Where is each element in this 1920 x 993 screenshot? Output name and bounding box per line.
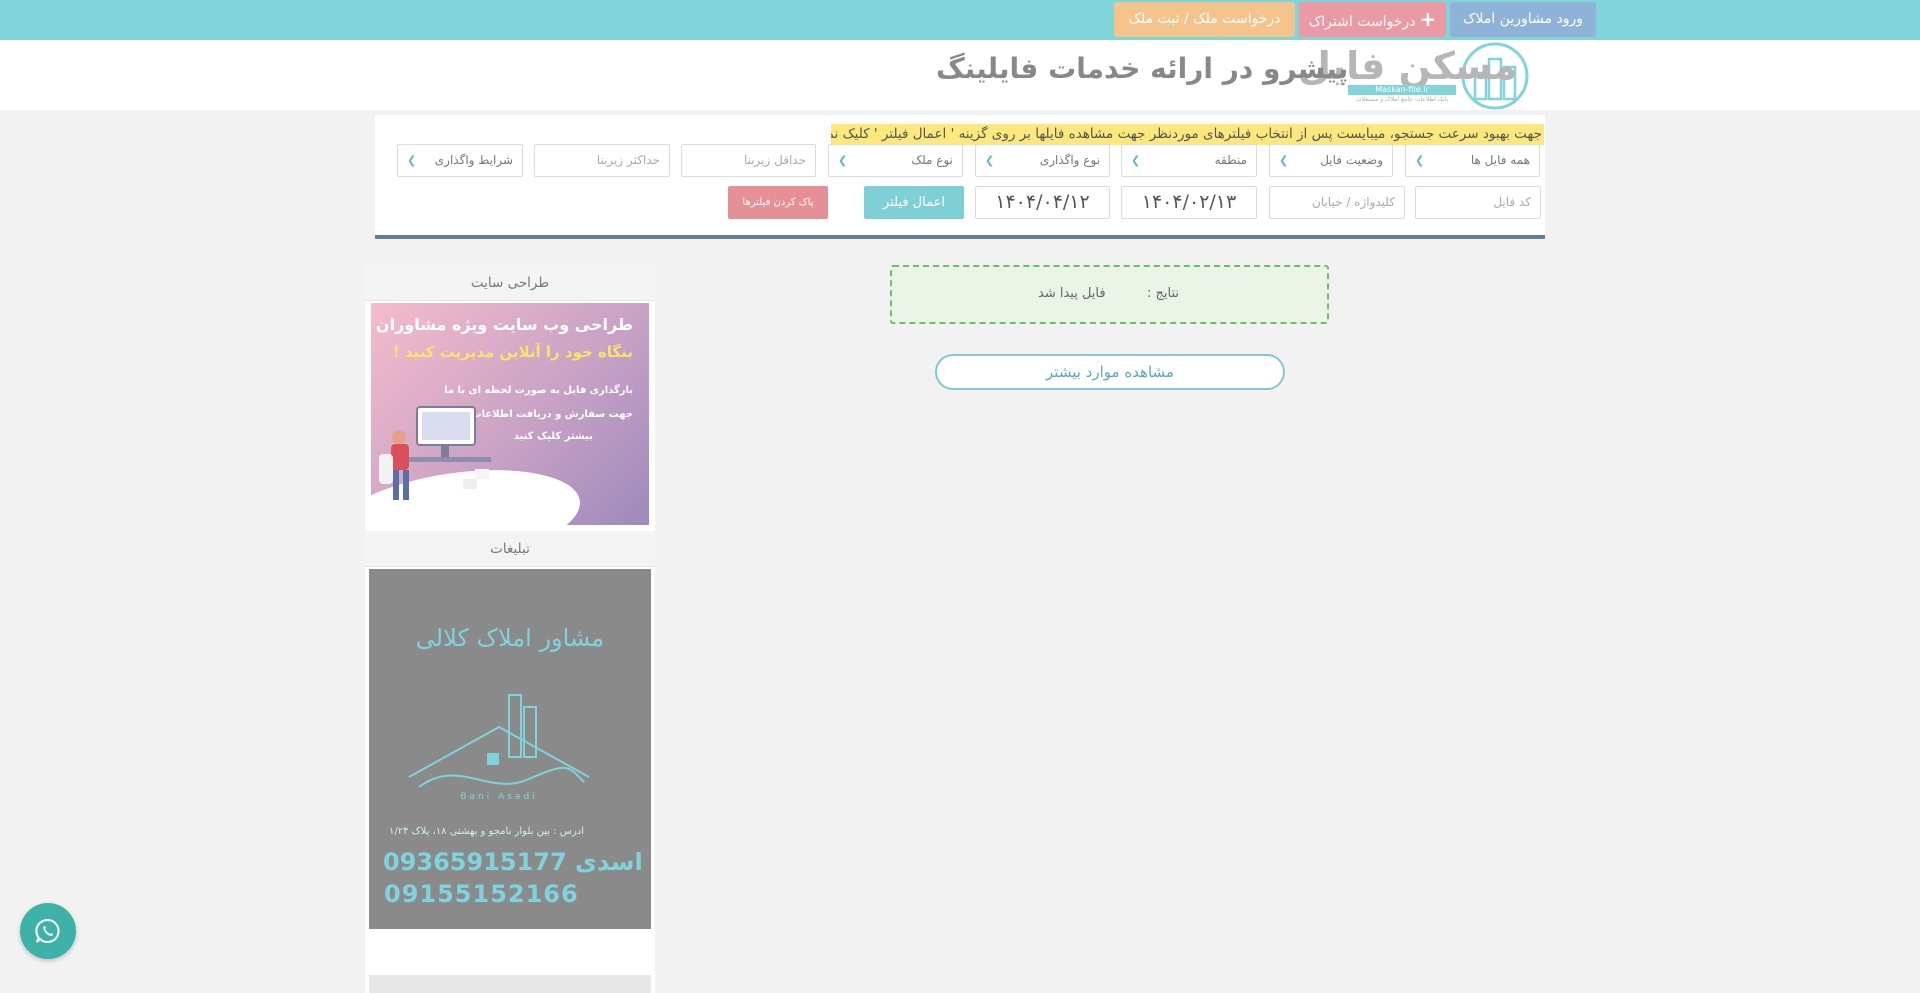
all-files-label: همه فایل ها	[1470, 153, 1530, 167]
chevron-down-icon: ❯	[1131, 154, 1141, 167]
file-code-input[interactable]: کد فایل	[1415, 186, 1541, 219]
subscription-request-button[interactable]: +درخواست اشتراک	[1299, 2, 1446, 37]
chevron-down-icon: ❯	[1415, 154, 1425, 167]
region-select[interactable]: منطقه ❯	[1121, 144, 1257, 177]
chevron-down-icon: ❯	[985, 154, 995, 167]
results-count-text: فایل پیدا شد	[1038, 286, 1106, 301]
region-label: منطقه	[1214, 153, 1247, 167]
transfer-type-select[interactable]: نوع واگذاری ❯	[975, 144, 1110, 177]
chevron-down-icon: ❯	[838, 154, 848, 167]
show-more-button[interactable]: مشاهده موارد بیشتر	[935, 354, 1285, 390]
transfer-terms-label: شرایط واگذاری	[434, 153, 513, 167]
advisor-login-button[interactable]: ورود مشاورین املاک	[1450, 2, 1596, 37]
ads-heading: تبلیغات	[365, 531, 655, 567]
results-label: نتایج :	[1147, 286, 1180, 301]
property-type-label: نوع ملک	[911, 153, 953, 167]
banner1-line1: طراحی وب سایت ویژه مشاوران املاک	[371, 315, 633, 334]
chevron-down-icon: ❯	[1279, 154, 1289, 167]
web-design-banner[interactable]: طراحی وب سایت ویژه مشاوران املاک بنگاه خ…	[371, 303, 649, 525]
web-design-heading: طراحی سایت	[365, 265, 655, 301]
property-request-button[interactable]: درخواست ملک / ثبت ملک	[1114, 2, 1295, 37]
whatsapp-icon	[35, 919, 60, 943]
file-status-label: وضعیت فایل	[1320, 153, 1383, 167]
header-tagline: پیشرو در ارائه خدمات فایلینگ	[936, 52, 1349, 85]
min-area-input[interactable]: حداقل زیربنا	[681, 144, 816, 177]
date-from-input[interactable]: ۱۴۰۴/۰۲/۱۳	[1121, 186, 1257, 219]
clear-filters-button[interactable]: پاک کردن فیلترها	[728, 186, 828, 219]
top-bar	[0, 0, 1920, 40]
computer-illustration-icon	[379, 406, 491, 500]
chevron-down-icon: ❯	[407, 154, 417, 167]
logo-subtitle: بانک اطلاعات جامع املاک و مستغلات	[1356, 96, 1449, 103]
ad-banner-3[interactable]	[369, 975, 651, 993]
date-to-input[interactable]: ۱۴۰۴/۰۴/۱۲	[975, 186, 1110, 219]
plus-icon: +	[1419, 7, 1437, 31]
banner2-address: ادرس : بین بلوار نامجو و بهشتی ۱۸، پلاک …	[389, 826, 585, 837]
keyword-input[interactable]: کلیدواژه / خیابان	[1269, 186, 1405, 219]
results-box	[890, 265, 1329, 324]
apply-filter-button[interactable]: اعمال فیلتر	[864, 186, 964, 219]
banner2-phone: 09155152166	[384, 880, 579, 908]
banner2-name-phone: بنی اسدی 09365915177	[383, 848, 651, 876]
banner2-title: مشاور املاک کلالی	[415, 624, 605, 652]
max-area-input[interactable]: حداکثر زیربنا	[534, 144, 670, 177]
banner1-line5: بیشتر کلیک کنید	[513, 431, 593, 442]
whatsapp-button[interactable]	[20, 903, 76, 959]
banner1-line2: بنگاه خود را آنلاین مدیریت کنید !	[392, 343, 633, 361]
real-estate-ad-banner[interactable]: مشاور املاک کلالی Bani Asadi ادرس : بین …	[369, 569, 651, 929]
building-logo-icon: Bani Asadi	[408, 694, 590, 802]
banner2-logo-sub: Bani Asadi	[460, 792, 537, 802]
filter-notice: جهت بهبود سرعت جستجو، میبایست پس از انتخ…	[831, 124, 1544, 145]
all-files-select[interactable]: همه فایل ها ❯	[1405, 144, 1540, 177]
transfer-terms-select[interactable]: شرایط واگذاری ❯	[397, 144, 523, 177]
logo-domain: Maskan-file.ir	[1348, 85, 1456, 95]
banner1-line3: بارگذاری فایل به صورت لحظه ای با ما	[444, 385, 633, 396]
property-type-select[interactable]: نوع ملک ❯	[828, 144, 963, 177]
file-status-select[interactable]: وضعیت فایل ❯	[1269, 144, 1393, 177]
transfer-type-label: نوع واگذاری	[1039, 153, 1100, 167]
subscription-request-label: درخواست اشتراک	[1308, 14, 1416, 30]
